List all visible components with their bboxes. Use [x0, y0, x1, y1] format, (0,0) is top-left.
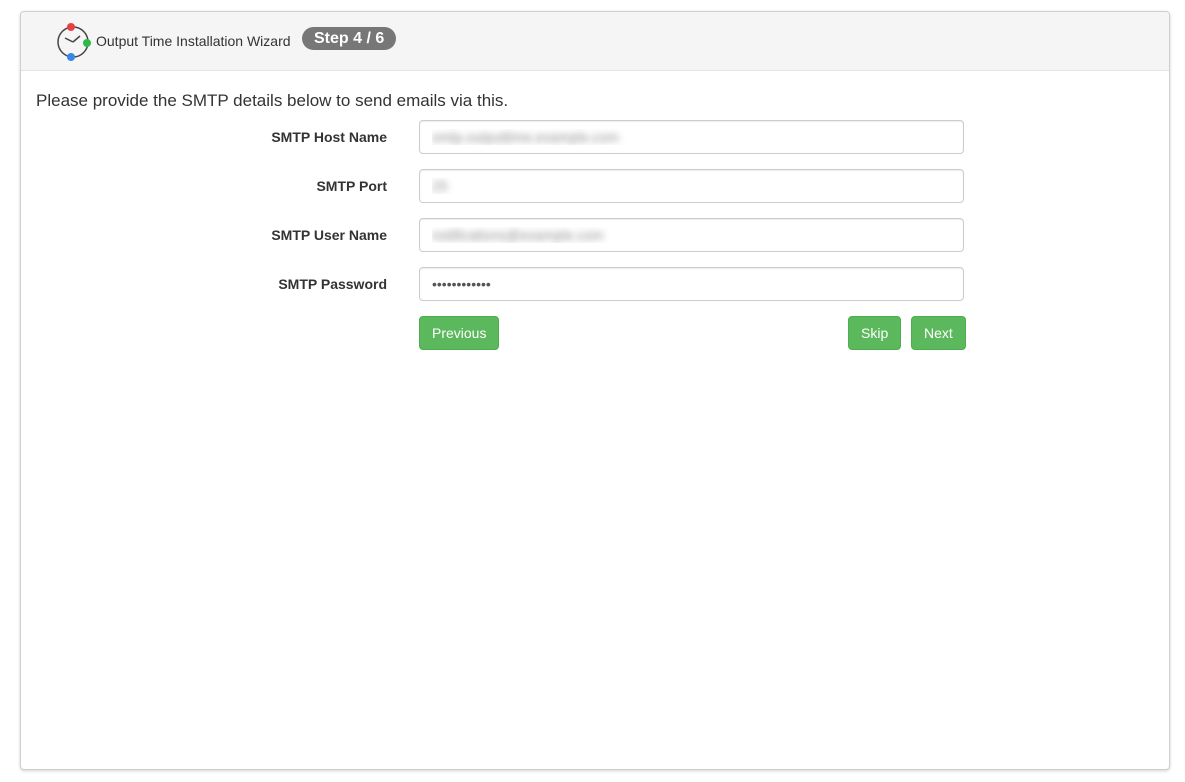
smtp-user-input[interactable] [419, 218, 964, 252]
intro-text: Please provide the SMTP details below to… [36, 91, 509, 110]
smtp-port-label: SMTP Port [316, 178, 387, 194]
smtp-password-input[interactable] [419, 267, 964, 301]
smtp-host-input[interactable] [419, 120, 964, 154]
wizard-panel: Output Time Installation Wizard Step 4 /… [20, 11, 1170, 770]
smtp-password-label: SMTP Password [278, 276, 387, 292]
smtp-password-row: SMTP Password [21, 267, 1169, 301]
next-button[interactable]: Next [911, 316, 966, 350]
smtp-host-row: SMTP Host Name [21, 120, 1169, 154]
wizard-header: Output Time Installation Wizard Step 4 /… [21, 12, 1169, 71]
skip-button[interactable]: Skip [848, 316, 902, 350]
step-badge: Step 4 / 6 [302, 27, 397, 50]
smtp-port-row: SMTP Port [21, 169, 1169, 203]
app-title: Output Time Installation Wizard [96, 33, 291, 49]
smtp-user-label: SMTP User Name [271, 227, 387, 243]
smtp-user-row: SMTP User Name [21, 218, 1169, 252]
previous-button[interactable]: Previous [419, 316, 500, 350]
clock-logo-icon [57, 23, 91, 61]
smtp-port-input[interactable] [419, 169, 964, 203]
smtp-host-label: SMTP Host Name [271, 129, 387, 145]
